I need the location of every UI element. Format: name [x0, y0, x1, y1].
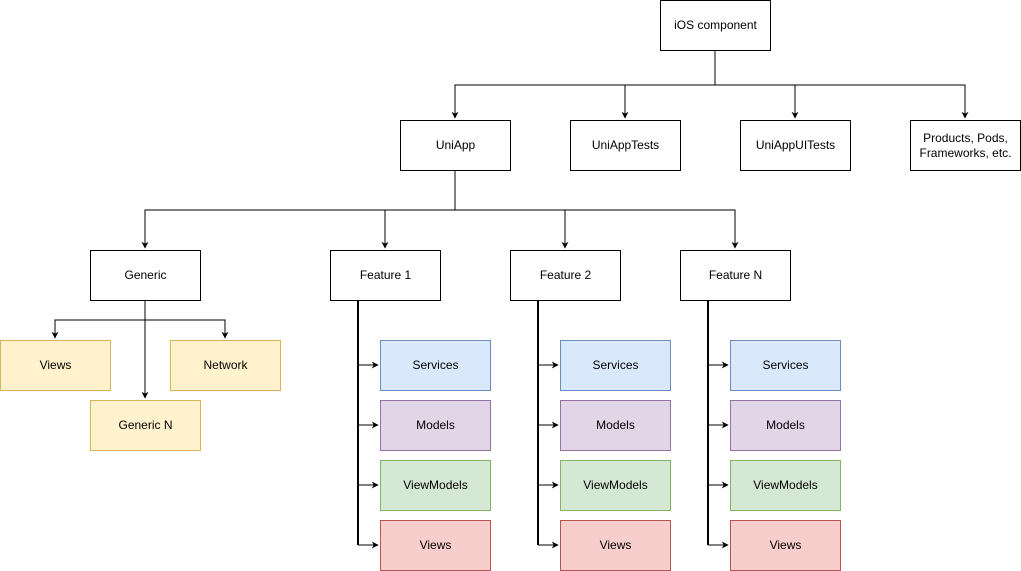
node-label: Views — [769, 538, 802, 552]
node-label: Services — [762, 358, 809, 372]
node-generic-views[interactable]: Views — [0, 340, 111, 391]
node-feature-n-viewmodels[interactable]: ViewModels — [730, 460, 841, 511]
node-feature-2[interactable]: Feature 2 — [510, 250, 621, 301]
node-feature-n[interactable]: Feature N — [680, 250, 791, 301]
edge-uniapp-feature2 — [455, 209, 569, 249]
node-label: iOS component — [674, 18, 757, 32]
node-feature-1[interactable]: Feature 1 — [330, 250, 441, 301]
edge-uniapp-generic — [141, 170, 456, 249]
node-label: Generic — [124, 268, 167, 282]
node-label: UniApp — [435, 138, 476, 152]
node-feature-2-viewmodels[interactable]: ViewModels — [560, 460, 671, 511]
node-uniapptests[interactable]: UniAppTests — [570, 120, 681, 171]
edge-generic-views — [51, 300, 146, 339]
node-feature-n-services[interactable]: Services — [730, 340, 841, 391]
node-label: Network — [203, 358, 248, 372]
node-label: Generic N — [118, 418, 173, 432]
node-feature-2-views[interactable]: Views — [560, 520, 671, 571]
node-feature-1-services[interactable]: Services — [380, 340, 491, 391]
node-label: Views — [599, 538, 632, 552]
node-label: Models — [416, 418, 455, 432]
node-feature-1-models[interactable]: Models — [380, 400, 491, 451]
node-label: Views — [419, 538, 452, 552]
edge-ios-uniapp — [451, 50, 716, 119]
node-label: Feature 1 — [359, 268, 412, 282]
node-label: Feature 2 — [539, 268, 592, 282]
edge-ios-uniappuitests — [715, 84, 799, 119]
node-feature-n-views[interactable]: Views — [730, 520, 841, 571]
node-label: UniAppUITests — [755, 138, 836, 152]
node-label: Models — [766, 418, 805, 432]
edge-uniapp-featureN — [565, 209, 739, 249]
node-label: ViewModels — [753, 478, 818, 492]
node-ios-component[interactable]: iOS component — [660, 0, 771, 51]
node-label: ViewModels — [403, 478, 468, 492]
node-products-pods-frameworks[interactable]: Products, Pods, Frameworks, etc. — [910, 120, 1021, 171]
node-feature-2-services[interactable]: Services — [560, 340, 671, 391]
node-feature-2-models[interactable]: Models — [560, 400, 671, 451]
node-uniappuitests[interactable]: UniAppUITests — [740, 120, 851, 171]
node-generic-n[interactable]: Generic N — [90, 400, 201, 451]
node-label: Feature N — [708, 268, 763, 282]
edge-uniapp-feature1 — [381, 209, 455, 249]
node-feature-1-viewmodels[interactable]: ViewModels — [380, 460, 491, 511]
node-label: Services — [412, 358, 459, 372]
edge-generic-network — [145, 319, 229, 339]
node-uniapp[interactable]: UniApp — [400, 120, 511, 171]
node-label: ViewModels — [583, 478, 648, 492]
node-label: Models — [596, 418, 635, 432]
node-label: UniAppTests — [591, 138, 660, 152]
node-feature-1-views[interactable]: Views — [380, 520, 491, 571]
edge-ios-uniapptests — [621, 84, 715, 119]
node-label: Views — [39, 358, 72, 372]
node-feature-n-models[interactable]: Models — [730, 400, 841, 451]
edge-ios-products — [795, 84, 969, 119]
node-generic[interactable]: Generic — [90, 250, 201, 301]
node-label: Products, Pods, Frameworks, etc. — [919, 130, 1012, 160]
diagram-canvas: iOS component UniApp UniAppTests UniAppU… — [0, 0, 1021, 571]
node-generic-network[interactable]: Network — [170, 340, 281, 391]
node-label: Services — [592, 358, 639, 372]
